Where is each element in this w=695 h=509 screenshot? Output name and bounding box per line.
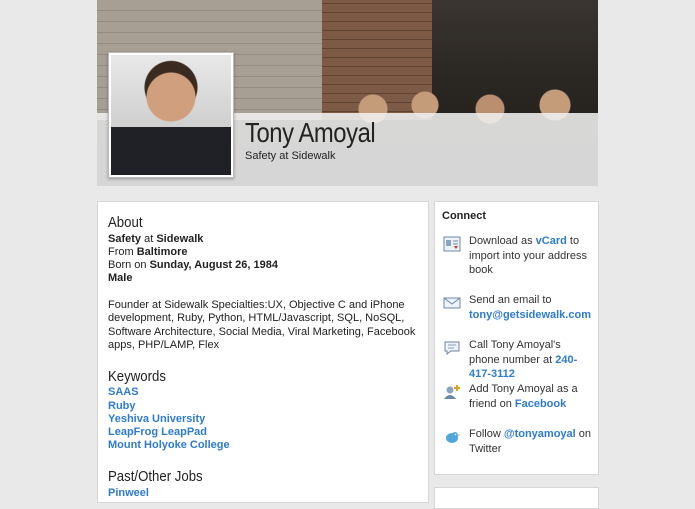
avatar-photo xyxy=(111,55,231,175)
about-bio: Founder at Sidewalk Specialties:UX, Obje… xyxy=(108,299,416,351)
phone-pre: Call Tony Amoyal's phone number at xyxy=(469,339,561,366)
twitter-link[interactable]: @tonyamoyal xyxy=(504,428,576,440)
about-from-value: Baltimore xyxy=(136,246,188,258)
email-text: Send an email to tony@getsidewalk.com xyxy=(469,293,593,322)
facebook-link[interactable]: Facebook xyxy=(515,398,566,410)
connect-email: Send an email to tony@getsidewalk.com xyxy=(443,293,593,323)
connect-card: Connect Download as vCard to import into… xyxy=(434,201,599,475)
about-heading: About xyxy=(108,214,143,231)
vcard-icon xyxy=(443,236,461,252)
twitter-text: Follow @tonyamoyal on Twitter xyxy=(469,427,593,456)
twitter-pre: Follow xyxy=(469,428,501,440)
jobs-heading: Past/Other Jobs xyxy=(108,468,203,485)
about-card: About Safety at Sidewalk From Baltimore … xyxy=(97,201,429,503)
keywords-heading: Keywords xyxy=(108,368,166,385)
connect-vcard: Download as vCard to import into your ad… xyxy=(443,234,593,279)
vcard-text: Download as vCard to import into your ad… xyxy=(469,234,593,278)
keyword-link[interactable]: LeapFrog LeapPad xyxy=(108,426,207,438)
vcard-link[interactable]: vCard xyxy=(536,235,567,247)
connect-title: Connect xyxy=(442,210,486,222)
twitter-bird-icon xyxy=(446,432,460,443)
add-friend-icon xyxy=(444,385,460,399)
about-born-value: Sunday, August 26, 1984 xyxy=(149,259,278,271)
profile-name: Tony Amoyal xyxy=(245,117,376,148)
keyword-link[interactable]: Yeshiva University xyxy=(108,413,205,425)
keyword-link[interactable]: SAAS xyxy=(108,386,139,398)
vcard-pre: Download as xyxy=(469,235,533,247)
secondary-card xyxy=(434,487,599,509)
about-born-label: Born on xyxy=(108,259,147,271)
facebook-text: Add Tony Amoyal as a friend on Facebook xyxy=(469,382,593,411)
speech-bubble-icon xyxy=(444,341,460,355)
avatar[interactable] xyxy=(108,52,234,178)
phone-text: Call Tony Amoyal's phone number at 240-4… xyxy=(469,338,593,382)
about-gender: Male xyxy=(108,272,133,284)
about-born-line: Born on Sunday, August 26, 1984 xyxy=(108,259,278,272)
keyword-link[interactable]: Ruby xyxy=(108,400,136,412)
about-from-line: From Baltimore xyxy=(108,246,187,259)
job-link[interactable]: Pinweel xyxy=(108,487,149,499)
email-icon xyxy=(443,297,461,309)
email-pre: Send an email to xyxy=(469,294,552,306)
about-role: Safety xyxy=(108,233,142,245)
about-from-label: From xyxy=(108,246,134,258)
about-company: Sidewalk xyxy=(156,233,204,245)
about-role-line: Safety at Sidewalk xyxy=(108,233,203,246)
connect-facebook: Add Tony Amoyal as a friend on Facebook xyxy=(443,382,593,412)
email-link[interactable]: tony@getsidewalk.com xyxy=(469,309,591,321)
connect-phone: Call Tony Amoyal's phone number at 240-4… xyxy=(443,338,593,380)
keyword-link[interactable]: Mount Holyoke College xyxy=(108,439,230,451)
connect-twitter: Follow @tonyamoyal on Twitter xyxy=(443,427,593,457)
profile-tagline: Safety at Sidewalk xyxy=(245,150,336,162)
about-at: at xyxy=(144,233,154,245)
